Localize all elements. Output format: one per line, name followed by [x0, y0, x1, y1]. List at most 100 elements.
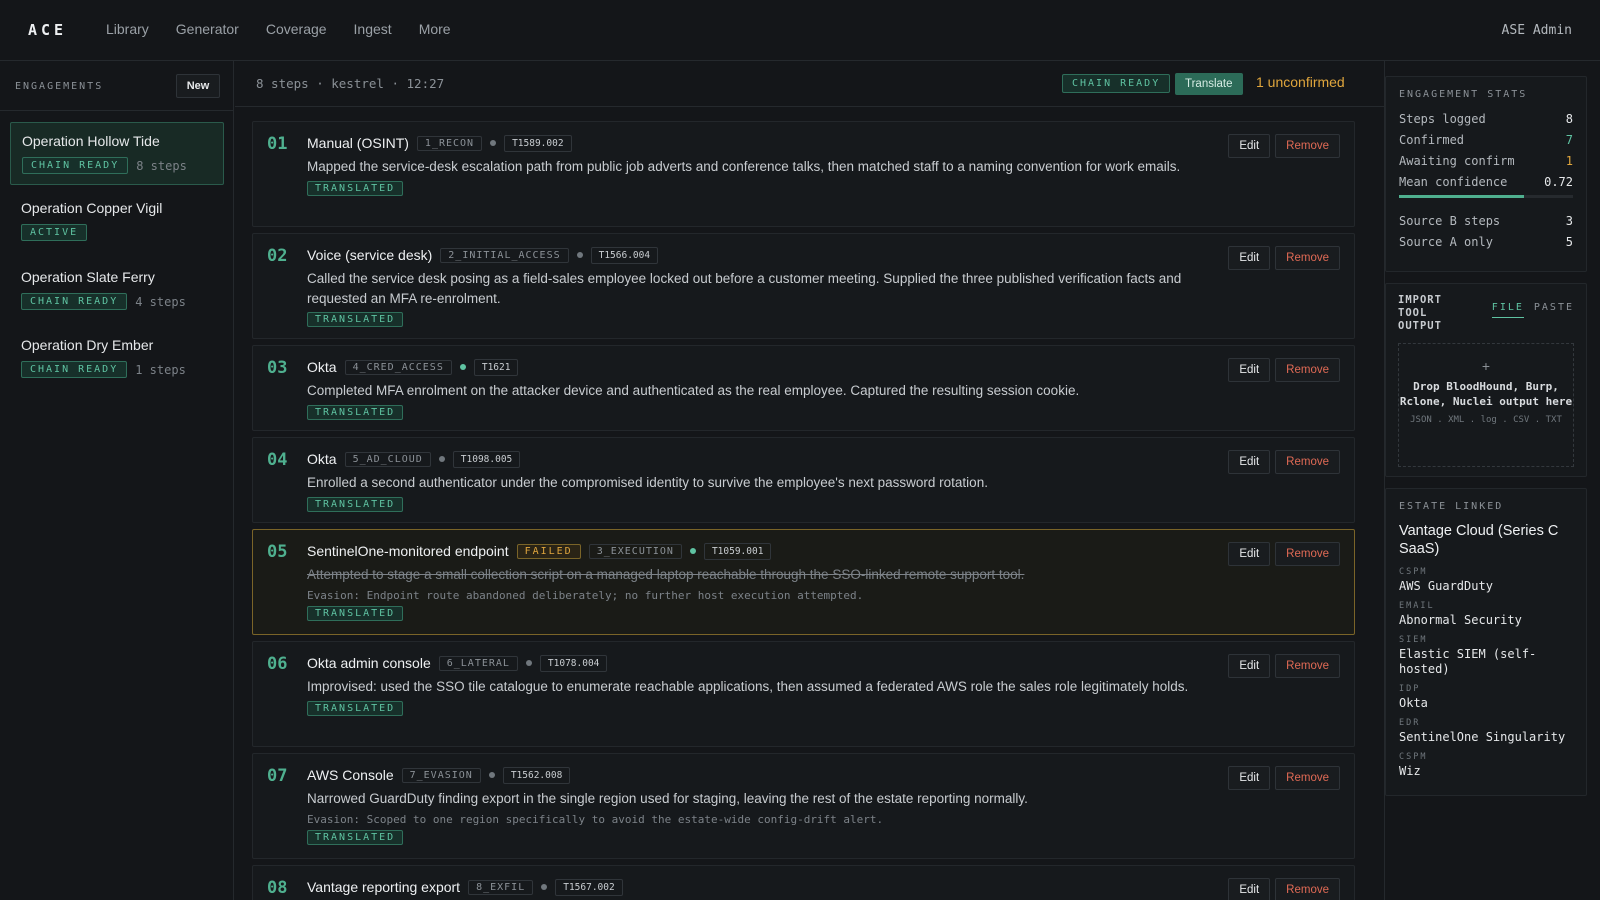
- confidence-bar: [1399, 195, 1573, 198]
- estate-name[interactable]: Vantage Cloud (Series C SaaS): [1399, 522, 1573, 558]
- step-card: 07 AWS Console 7_EVASION T1562.008 Narro…: [252, 753, 1355, 859]
- nav-coverage[interactable]: Coverage: [266, 21, 327, 37]
- stat-source-b: Source B steps 3: [1399, 210, 1573, 231]
- estate-tool: Abnormal Security: [1399, 613, 1522, 627]
- step-title: Okta: [307, 451, 337, 467]
- app-logo[interactable]: ACE: [28, 21, 67, 39]
- edit-step-button[interactable]: Edit: [1228, 134, 1271, 158]
- engagement-item-slate-ferry[interactable]: Operation Slate Ferry CHAIN READY 4 step…: [10, 259, 224, 322]
- remove-step-button[interactable]: Remove: [1275, 542, 1340, 566]
- import-tool-output-card: IMPORT TOOL OUTPUT FILE PASTE + Drop Blo…: [1385, 283, 1587, 477]
- translated-badge: TRANSLATED: [307, 404, 404, 420]
- new-engagement-button[interactable]: New: [176, 74, 220, 98]
- engagement-summary: 8 steps · kestrel · 12:27: [256, 76, 445, 91]
- evasion-note: Evasion: Endpoint route abandoned delibe…: [307, 588, 864, 602]
- stat-label: Awaiting confirm: [1399, 153, 1515, 168]
- confirmation-dot-icon: [490, 140, 497, 146]
- supported-formats: JSON . XML . log . CSV . TXT: [1410, 415, 1562, 425]
- step-description: Improvised: used the SSO tile catalogue …: [307, 679, 1189, 694]
- stat-label: Mean confidence: [1399, 174, 1508, 189]
- engagement-name: Operation Hollow Tide: [22, 133, 160, 149]
- estate-title: ESTATE LINKED: [1399, 501, 1504, 512]
- step-count: 4 steps: [135, 294, 186, 309]
- drop-instructions: Drop BloodHound, Burp, Rclone, Nuclei ou…: [1399, 380, 1573, 408]
- status-badge: ACTIVE: [21, 224, 88, 241]
- confirmation-dot-icon: [488, 772, 495, 778]
- nav-generator[interactable]: Generator: [176, 21, 239, 37]
- stat-steps-logged: Steps logged 8: [1399, 108, 1573, 129]
- right-panel: ENGAGEMENT STATS Steps logged 8 Confirme…: [1384, 61, 1600, 900]
- stat-label: Source A only: [1399, 234, 1493, 249]
- engagement-item-copper-vigil[interactable]: Operation Copper Vigil ACTIVE: [10, 190, 224, 253]
- remove-step-button[interactable]: Remove: [1275, 134, 1340, 158]
- step-description: Mapped the service-desk escalation path …: [307, 159, 1181, 174]
- step-number: 05: [267, 542, 288, 562]
- remove-step-button[interactable]: Remove: [1275, 654, 1340, 678]
- edit-step-button[interactable]: Edit: [1228, 766, 1271, 790]
- translated-badge: TRANSLATED: [307, 496, 404, 512]
- stat-mean-confidence: Mean confidence 0.72: [1399, 171, 1573, 192]
- tab-paste[interactable]: PASTE: [1534, 302, 1574, 318]
- translated-badge: TRANSLATED: [307, 180, 404, 196]
- confirmed-dot-icon: [689, 548, 696, 554]
- stat-value: 1: [1565, 153, 1573, 168]
- remove-step-button[interactable]: Remove: [1275, 878, 1340, 900]
- stat-awaiting-confirm: Awaiting confirm 1: [1399, 150, 1573, 171]
- step-card: 02 Voice (service desk) 2_INITIAL_ACCESS…: [252, 233, 1355, 339]
- confirmation-dot-icon: [576, 252, 583, 258]
- import-title: IMPORT TOOL OUTPUT: [1398, 294, 1442, 333]
- edit-step-button[interactable]: Edit: [1228, 246, 1271, 270]
- step-count: 1 steps: [135, 362, 186, 377]
- translate-button[interactable]: Translate: [1175, 73, 1243, 95]
- edit-step-button[interactable]: Edit: [1228, 542, 1271, 566]
- estate-category: EDR: [1399, 718, 1421, 728]
- engagements-sidebar: ENGAGEMENTS New Operation Hollow Tide CH…: [0, 61, 234, 900]
- stat-label: Steps logged: [1399, 111, 1486, 126]
- estate-category: SIEM: [1399, 635, 1428, 645]
- technique-id: T1589.002: [504, 134, 572, 152]
- engagement-name: Operation Dry Ember: [21, 337, 154, 353]
- confirmation-dot-icon: [525, 660, 532, 666]
- step-number: 03: [267, 358, 288, 378]
- engagement-header: 8 steps · kestrel · 12:27 CHAIN READY Tr…: [235, 61, 1384, 107]
- estate-category: IDP: [1399, 684, 1421, 694]
- nav-library[interactable]: Library: [106, 21, 149, 37]
- technique-id: T1078.004: [539, 654, 608, 672]
- remove-step-button[interactable]: Remove: [1275, 246, 1340, 270]
- engagement-stats-card: ENGAGEMENT STATS Steps logged 8 Confirme…: [1385, 76, 1587, 272]
- step-title: Vantage reporting export: [307, 879, 461, 895]
- phase-tag: 4_CRED_ACCESS: [344, 359, 452, 375]
- remove-step-button[interactable]: Remove: [1275, 358, 1340, 382]
- engagement-item-dry-ember[interactable]: Operation Dry Ember CHAIN READY 1 steps: [10, 327, 224, 390]
- estate-category: CSPM: [1399, 567, 1428, 577]
- edit-step-button[interactable]: Edit: [1228, 450, 1271, 474]
- step-number: 04: [267, 450, 288, 470]
- step-description: Completed MFA enrolment on the attacker …: [307, 383, 1080, 398]
- estate-tool: Okta: [1399, 696, 1428, 710]
- phase-tag: 1_RECON: [416, 135, 483, 151]
- step-description: Attempted to stage a small collection sc…: [307, 567, 1025, 582]
- edit-step-button[interactable]: Edit: [1228, 654, 1271, 678]
- engagement-item-hollow-tide[interactable]: Operation Hollow Tide CHAIN READY 8 step…: [10, 122, 224, 185]
- edit-step-button[interactable]: Edit: [1228, 358, 1271, 382]
- step-title: SentinelOne-monitored endpoint: [307, 543, 509, 559]
- nav-ingest[interactable]: Ingest: [354, 21, 392, 37]
- top-nav: ACE Library Generator Coverage Ingest Mo…: [0, 0, 1600, 61]
- file-drop-zone[interactable]: + Drop BloodHound, Burp, Rclone, Nuclei …: [1398, 343, 1574, 467]
- translated-badge: TRANSLATED: [307, 829, 404, 845]
- step-description: Enrolled a second authenticator under th…: [307, 475, 988, 490]
- phase-tag: 3_EXECUTION: [588, 543, 682, 559]
- user-menu[interactable]: ASE Admin: [1502, 23, 1572, 38]
- nav-more[interactable]: More: [419, 21, 451, 37]
- step-count: 8 steps: [136, 158, 187, 173]
- import-title-line: IMPORT: [1398, 294, 1442, 306]
- remove-step-button[interactable]: Remove: [1275, 450, 1340, 474]
- failed-badge: FAILED: [516, 543, 581, 559]
- main-nav: Library Generator Coverage Ingest More: [106, 21, 478, 37]
- edit-step-button[interactable]: Edit: [1228, 878, 1271, 900]
- step-number: 06: [267, 654, 288, 674]
- unconfirmed-count[interactable]: 1 unconfirmed: [1256, 74, 1345, 90]
- estate-category: CSPM: [1399, 752, 1428, 762]
- remove-step-button[interactable]: Remove: [1275, 766, 1340, 790]
- tab-file[interactable]: FILE: [1491, 302, 1524, 318]
